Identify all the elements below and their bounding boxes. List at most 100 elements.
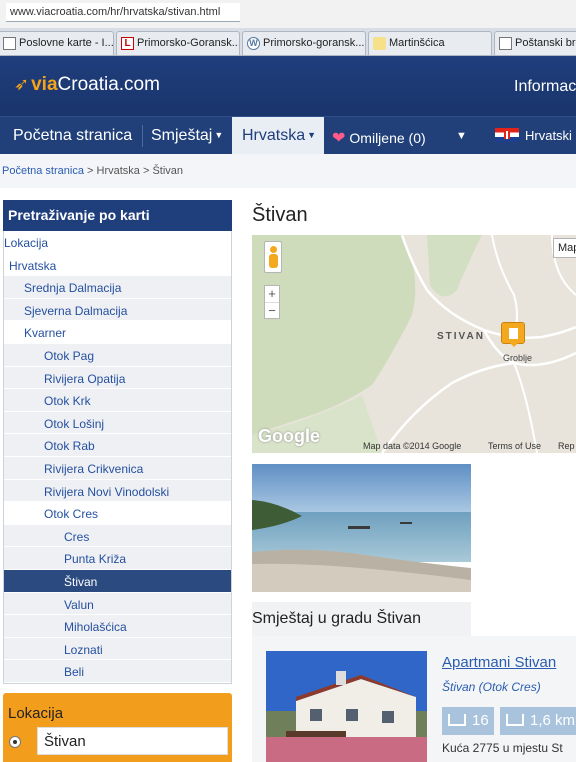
browser-tab-strip: Poslovne karte - I... L Primorsko-Gorans… — [0, 28, 576, 56]
map-place-label: STIVAN — [437, 331, 485, 342]
sidebar-item[interactable]: Sjeverna Dalmacija — [4, 298, 231, 322]
accommodation-heading: Smještaj u gradu Štivan — [252, 610, 421, 627]
location-filter-label: Lokacija — [8, 705, 64, 722]
map-terms-link[interactable]: Terms of Use — [488, 441, 541, 451]
caret-down-icon: ▼ — [214, 130, 224, 140]
map-search-sidebar: Pretraživanje po karti Lokacija Hrvatska S… — [3, 200, 232, 684]
sea-waves-icon — [506, 714, 524, 726]
browser-tab-3[interactable]: W Primorsko-goransk... — [242, 31, 366, 55]
nav-croatia[interactable]: Hrvatska ▼ — [232, 117, 324, 155]
listing-title-link[interactable]: Apartmani Stivan — [442, 654, 556, 671]
header-info-link[interactable]: Informaci — [514, 78, 576, 96]
favorites-dropdown[interactable]: ▼ — [456, 117, 467, 155]
distance-value: 1,6 km — [530, 712, 576, 729]
main-navigation: Početna stranica Smještaj ▼ Hrvatska ▼ ❤ Om… — [0, 116, 576, 155]
location-filter-box: Lokacija Štivan — [3, 693, 232, 762]
site-header: ➶ viaCroatia.com Informaci — [0, 56, 576, 116]
sidebar-item[interactable]: Otok Pag — [4, 343, 231, 367]
tab-label: Primorsko-Goransk... — [137, 37, 240, 49]
browser-address-area: www.viacroatia.com/hr/hrvatska/stivan.ht… — [0, 0, 576, 28]
map-cemetery-label: Groblje — [503, 353, 533, 363]
sidebar-item[interactable]: Otok Lošinj — [4, 411, 231, 435]
logo-name: Croatia.com — [57, 74, 160, 95]
sidebar-item[interactable]: Štivan — [4, 569, 231, 593]
sidebar-item[interactable]: Otok Krk — [4, 389, 231, 412]
nav-croatia-label: Hrvatska — [242, 127, 306, 144]
caret-down-icon: ▼ — [456, 130, 467, 142]
nav-separator — [142, 125, 143, 147]
map-report-link[interactable]: Rep — [558, 441, 575, 451]
sidebar-item[interactable]: Otok Cres — [4, 502, 231, 525]
sidebar-item[interactable]: Valun — [4, 592, 231, 616]
browser-tab-4[interactable]: Martinšćica — [368, 31, 492, 55]
listing-description: Kuća 2775 u mjestu St — [442, 741, 563, 755]
map-type-button[interactable]: Map — [553, 238, 576, 258]
tab-label: Martinšćica — [389, 37, 445, 49]
tab-label: Poštanski bro — [515, 37, 576, 49]
site-logo[interactable]: ➶ viaCroatia.com — [14, 74, 160, 96]
zoom-out-button[interactable]: − — [265, 302, 279, 318]
beds-count: 16 — [472, 712, 489, 729]
breadcrumb-home[interactable]: Početna stranica — [2, 165, 84, 177]
nav-home[interactable]: Početna stranica — [13, 117, 132, 155]
logo-via: via — [31, 74, 58, 95]
location-map[interactable]: + − Map STIVAN Groblje Google Map data ©… — [252, 235, 576, 453]
listing-photo[interactable] — [266, 651, 427, 762]
sidebar-item[interactable]: Rivijera Crikvenica — [4, 456, 231, 480]
letter-l-icon: L — [121, 37, 134, 50]
sidebar-item[interactable]: Beli — [4, 660, 231, 683]
nav-favorites[interactable]: ❤ Omiljene (0) — [332, 117, 426, 155]
nav-favorites-label: Omiljene (0) — [349, 130, 426, 146]
sidebar-item[interactable]: Hrvatska — [4, 254, 231, 277]
sidebar-item[interactable]: Rivijera Novi Vinodolski — [4, 479, 231, 503]
browser-tab-1[interactable]: Poslovne karte - I... — [0, 31, 114, 55]
listing-location: Štivan (Otok Cres) — [442, 680, 541, 694]
location-tree: Lokacija Hrvatska Srednja Dalmacija Sjevern… — [3, 231, 232, 684]
map-data-credit: Map data ©2014 Google — [363, 441, 462, 451]
nav-accommodation-label: Smještaj — [151, 127, 213, 144]
sidebar-item[interactable]: Otok Rab — [4, 434, 231, 457]
beds-badge: 16 — [442, 707, 494, 735]
house-photo-image — [266, 651, 427, 762]
location-radio[interactable] — [9, 736, 21, 748]
location-input[interactable]: Štivan — [37, 727, 228, 755]
sidebar-item[interactable]: Rivijera Opatija — [4, 366, 231, 390]
tab-label: Poslovne karte - I... — [19, 37, 114, 49]
map-attribution: Map data ©2014 Google Terms of Use Rep — [252, 438, 576, 453]
breadcrumb-separator: > — [87, 165, 94, 177]
sidebar-item[interactable]: Cres — [4, 524, 231, 548]
caret-down-icon: ▼ — [307, 130, 317, 140]
sidebar-item[interactable]: Kvarner — [4, 321, 231, 344]
breadcrumb: Početna stranica > Hrvatska > Štivan — [0, 154, 576, 188]
browser-tab-2[interactable]: L Primorsko-Goransk... — [116, 31, 240, 55]
beach-photo — [252, 464, 471, 592]
sidebar-item[interactable]: Srednja Dalmacija — [4, 276, 231, 299]
tab-label: Primorsko-goransk... — [263, 37, 365, 49]
croatian-flag-icon — [495, 128, 519, 142]
nav-accommodation[interactable]: Smještaj ▼ — [151, 117, 223, 155]
language-label: Hrvatski — [525, 128, 572, 143]
bird-logo-icon: ➶ — [14, 74, 30, 94]
wordpress-icon: W — [247, 37, 260, 50]
photo-icon — [373, 37, 386, 50]
browser-tab-5[interactable]: Poštanski bro — [494, 31, 576, 55]
language-selector[interactable]: Hrvatski — [495, 117, 572, 155]
breadcrumb-country[interactable]: Hrvatska — [97, 165, 140, 177]
sidebar-item[interactable]: Punta Križa — [4, 547, 231, 570]
page-icon — [3, 37, 16, 50]
bed-icon — [448, 714, 466, 726]
address-bar[interactable]: www.viacroatia.com/hr/hrvatska/stivan.ht… — [6, 3, 240, 22]
sidebar-item[interactable]: Lokacija — [4, 231, 231, 254]
map-marker-icon[interactable] — [501, 322, 525, 347]
heart-icon: ❤ — [332, 130, 346, 147]
breadcrumb-separator: > — [142, 165, 150, 177]
map-zoom-control: + − — [264, 285, 280, 319]
page-title: Štivan — [252, 204, 308, 226]
sidebar-title: Pretraživanje po karti — [3, 200, 232, 231]
street-view-pegman-icon[interactable] — [264, 241, 282, 273]
sidebar-item[interactable]: Loznati — [4, 637, 231, 661]
page-icon — [499, 37, 512, 50]
breadcrumb-current: Štivan — [152, 165, 184, 177]
sidebar-item[interactable]: Miholašćica — [4, 615, 231, 638]
zoom-in-button[interactable]: + — [265, 286, 279, 302]
